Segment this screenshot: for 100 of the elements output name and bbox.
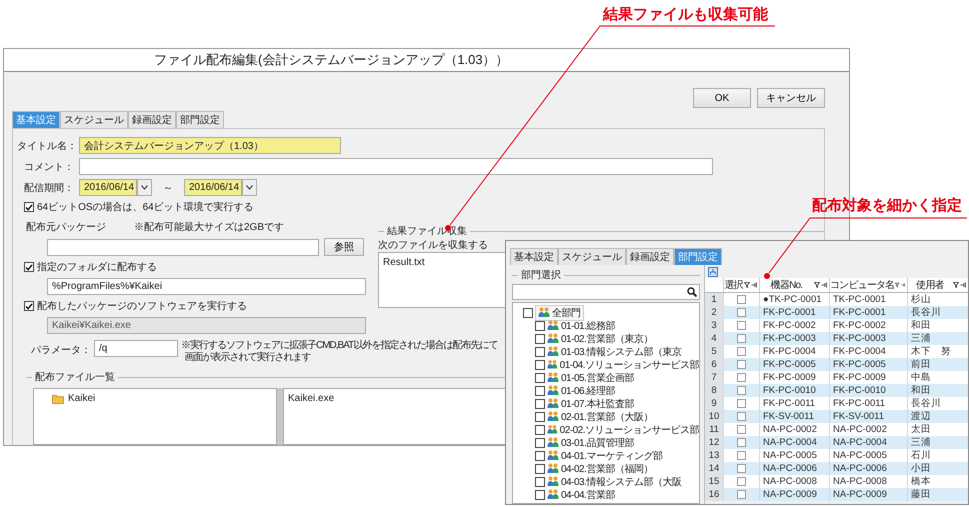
checkbox[interactable] xyxy=(737,360,746,369)
column-title[interactable]: 使用者 xyxy=(908,278,952,292)
checkbox[interactable] xyxy=(535,398,545,408)
tab[interactable]: 部門設定 xyxy=(176,111,224,128)
folder-name[interactable]: Kaikei xyxy=(68,393,96,404)
checkbox[interactable] xyxy=(737,347,746,356)
row-number: 7 xyxy=(705,371,723,384)
tree-item[interactable]: 04-03.情報システム部（大阪 xyxy=(561,474,682,488)
checkbox[interactable] xyxy=(24,262,34,272)
date-field[interactable]: 2016/06/14 xyxy=(79,179,137,196)
checkbox[interactable] xyxy=(535,334,545,344)
tab[interactable]: 録画設定 xyxy=(626,248,674,265)
package-field[interactable] xyxy=(47,238,319,256)
checkbox[interactable] xyxy=(737,451,746,460)
filter-icon[interactable] xyxy=(953,282,959,288)
checkbox[interactable] xyxy=(535,490,545,500)
column-title[interactable]: コンピュータ名 xyxy=(830,278,894,292)
field-label: タイトル名： xyxy=(17,140,74,152)
checkbox[interactable] xyxy=(737,490,746,499)
column-title[interactable]: 選択 xyxy=(724,278,743,292)
pin-icon[interactable] xyxy=(960,282,966,288)
field-label: 次のファイルを収集する xyxy=(378,238,489,252)
dropdown-button[interactable] xyxy=(242,179,257,196)
group-icon xyxy=(547,463,559,474)
group-icon xyxy=(547,476,559,487)
tree-item[interactable]: 01-01.総務部 xyxy=(561,318,615,332)
tree-item[interactable]: 04-02.営業部（福岡） xyxy=(561,462,653,476)
filter-icon[interactable] xyxy=(814,282,820,288)
field-label: 配布元パッケージ xyxy=(26,221,106,234)
tab[interactable]: 録画設定 xyxy=(128,111,176,128)
checkbox[interactable] xyxy=(737,295,746,304)
tree-view-icon[interactable] xyxy=(708,266,718,276)
tab[interactable]: 基本設定 xyxy=(510,248,558,265)
checkbox[interactable] xyxy=(737,438,746,447)
tree-item[interactable]: 01-03.情報システム部（東京 xyxy=(561,344,682,358)
filter-icon[interactable] xyxy=(895,282,900,288)
tree-item[interactable]: 01-02.営業部（東京） xyxy=(561,332,653,346)
checkbox[interactable] xyxy=(737,425,746,434)
checkbox[interactable] xyxy=(535,424,545,434)
row-number: 4 xyxy=(705,332,723,345)
checkbox[interactable] xyxy=(523,308,533,318)
tree-item[interactable]: 02-01.営業部（大阪） xyxy=(561,410,653,424)
pin-icon[interactable] xyxy=(751,282,757,288)
cancel-button[interactable]: キャンセル xyxy=(757,88,825,108)
checkbox[interactable] xyxy=(535,450,545,460)
checkbox[interactable] xyxy=(737,464,746,473)
tab[interactable]: スケジュール xyxy=(60,111,128,128)
tree-item[interactable]: 03-01.品質管理部 xyxy=(561,436,634,450)
checkbox[interactable] xyxy=(737,412,746,421)
tree-item[interactable]: 01-04.ソリューションサービス部 xyxy=(560,358,699,372)
checkbox[interactable] xyxy=(737,386,746,395)
pin-icon[interactable] xyxy=(821,282,827,288)
row-number: 16 xyxy=(705,488,723,501)
checkbox[interactable] xyxy=(535,360,545,370)
field-label: 配信期間： xyxy=(23,182,74,194)
row-number: 13 xyxy=(705,449,723,462)
table-cell: 藤田 xyxy=(907,488,968,501)
row-number: 12 xyxy=(705,436,723,449)
checkbox[interactable] xyxy=(737,399,746,408)
group-icon xyxy=(547,385,559,396)
tree-item[interactable]: 02-02.ソリューションサービス部 xyxy=(560,422,699,436)
checkbox[interactable] xyxy=(535,412,545,422)
tree-item[interactable]: 01-07.本社監査部 xyxy=(561,396,634,410)
title-field[interactable]: 会計システムバージョンアップ（1.03） xyxy=(79,137,341,154)
checkbox[interactable] xyxy=(737,373,746,382)
checkbox[interactable] xyxy=(737,334,746,343)
tree-node[interactable]: 全部門 xyxy=(535,304,584,320)
checkbox[interactable] xyxy=(535,346,545,356)
row-number: 8 xyxy=(705,384,723,397)
tree-item[interactable]: 04-04.営業部 xyxy=(561,488,615,502)
dropdown-button[interactable] xyxy=(137,179,152,196)
comment-field[interactable] xyxy=(79,158,713,175)
tree-item[interactable]: 04-01.マーケティング部 xyxy=(561,448,662,462)
checkbox[interactable] xyxy=(535,438,545,448)
checkbox[interactable] xyxy=(737,477,746,486)
tree-item[interactable]: 01-05.営業企画部 xyxy=(561,370,634,384)
checkbox[interactable] xyxy=(535,320,545,330)
checkbox[interactable] xyxy=(737,321,746,330)
ok-button[interactable]: OK xyxy=(693,88,751,108)
checkbox-label: 指定のフォルダに配布する xyxy=(37,260,157,274)
group-icon xyxy=(547,489,559,500)
browse-button[interactable]: 参照 xyxy=(324,238,364,256)
checkbox[interactable] xyxy=(535,464,545,474)
group-icon xyxy=(547,320,559,331)
date-field[interactable]: 2016/06/14 xyxy=(184,179,242,196)
checkbox[interactable] xyxy=(535,476,545,486)
parameter-field[interactable]: /q xyxy=(94,340,178,357)
search-field[interactable] xyxy=(512,284,700,300)
column-title[interactable]: 機器No. xyxy=(760,278,813,292)
checkbox[interactable] xyxy=(737,308,746,317)
tree-item[interactable]: 01-06.経理部 xyxy=(561,384,615,398)
filter-icon[interactable] xyxy=(744,282,750,288)
checkbox[interactable] xyxy=(535,372,545,382)
tab[interactable]: スケジュール xyxy=(558,248,626,265)
checkbox-label: 64ビットOSの場合は、64ビット環境で実行する xyxy=(37,200,254,214)
folder-field[interactable]: %ProgramFiles%¥Kaikei xyxy=(47,278,366,295)
checkbox[interactable] xyxy=(24,202,34,212)
row-number: 15 xyxy=(705,475,723,488)
pin-icon[interactable] xyxy=(900,282,905,288)
checkbox[interactable] xyxy=(535,386,545,396)
